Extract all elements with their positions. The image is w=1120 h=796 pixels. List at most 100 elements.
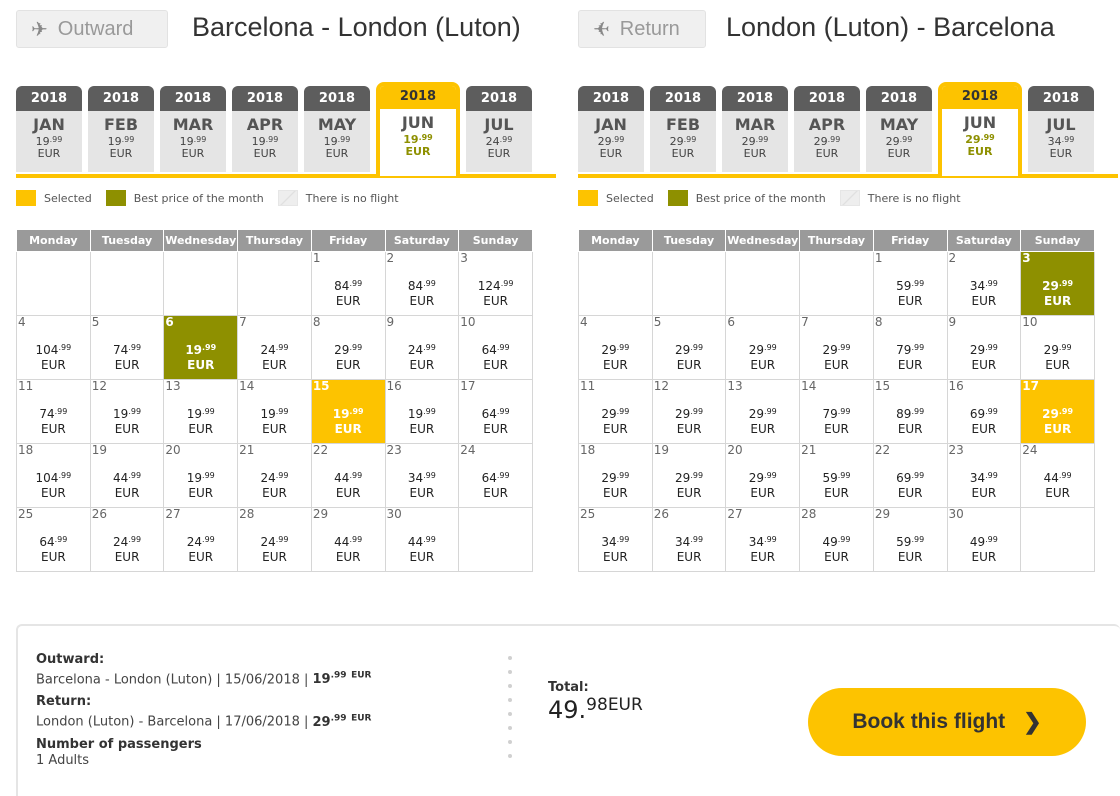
calendar-empty-cell: [725, 250, 801, 316]
calendar-day-26[interactable]: 26 24.99 EUR: [89, 506, 165, 572]
day-price-cents: .99: [690, 406, 704, 416]
day-price-cents: .99: [764, 406, 777, 416]
calendar-day-10[interactable]: 10 29.99 EUR: [1020, 314, 1095, 380]
calendar-day-30[interactable]: 30 49.99 EUR: [946, 506, 1022, 572]
calendar-day-20[interactable]: 20 19.99 EUR: [163, 442, 239, 508]
day-currency: EUR: [409, 357, 435, 372]
calendar-day-3[interactable]: 3 29.99 EUR: [1020, 250, 1095, 316]
calendar-day-2[interactable]: 2 34.99 EUR: [946, 250, 1022, 316]
month-tab-jan[interactable]: 2018 JAN 29.99 EUR: [578, 86, 644, 172]
calendar-day-4[interactable]: 4 29.99 EUR: [578, 314, 653, 380]
month-body: FEB 19.99 EUR: [88, 111, 154, 172]
calendar-day-11[interactable]: 11 29.99 EUR: [578, 378, 653, 444]
calendar-day-10[interactable]: 10 64.99 EUR: [458, 314, 533, 380]
month-tab-jun[interactable]: 2018 JUN 19.99 EUR: [376, 82, 460, 176]
month-price-cents: .99: [899, 135, 913, 144]
calendar-day-11[interactable]: 11 74.99 EUR: [16, 378, 91, 444]
calendar-day-13[interactable]: 13 19.99 EUR: [163, 378, 239, 444]
day-currency: EUR: [483, 357, 508, 372]
legend-none: There is no flight: [277, 190, 399, 206]
return-button[interactable]: ✈ Return: [578, 10, 706, 48]
calendar-day-17[interactable]: 17 29.99 EUR: [1020, 378, 1095, 444]
calendar-day-12[interactable]: 12 29.99 EUR: [651, 378, 727, 444]
outward-button[interactable]: ✈ Outward: [16, 10, 168, 48]
calendar-day-13[interactable]: 13 29.99 EUR: [725, 378, 801, 444]
day-price: 29.99 EUR: [653, 404, 726, 437]
month-tab-jul[interactable]: 2018 JUL 24.99 EUR: [466, 86, 532, 172]
calendar-day-28[interactable]: 28 49.99 EUR: [799, 506, 874, 572]
calendar-day-5[interactable]: 5 29.99 EUR: [651, 314, 727, 380]
month-tab-jan[interactable]: 2018 JAN 19.99 EUR: [16, 86, 82, 172]
calendar-day-21[interactable]: 21 59.99 EUR: [799, 442, 874, 508]
day-price-cents: .99: [275, 470, 289, 480]
day-price-int: 24: [260, 342, 276, 357]
calendar-day-29[interactable]: 29 44.99 EUR: [310, 506, 386, 572]
calendar-day-12[interactable]: 12 19.99 EUR: [89, 378, 165, 444]
calendar-day-1[interactable]: 1 59.99 EUR: [872, 250, 948, 316]
month-body: MAY 19.99 EUR: [304, 111, 370, 172]
calendar-day-5[interactable]: 5 74.99 EUR: [89, 314, 165, 380]
calendar-day-19[interactable]: 19 44.99 EUR: [89, 442, 165, 508]
calendar-day-16[interactable]: 16 19.99 EUR: [384, 378, 460, 444]
calendar-day-8[interactable]: 8 79.99 EUR: [872, 314, 948, 380]
calendar-day-4[interactable]: 4 104.99 EUR: [16, 314, 91, 380]
calendar-day-26[interactable]: 26 34.99 EUR: [651, 506, 727, 572]
calendar-day-25[interactable]: 25 64.99 EUR: [16, 506, 91, 572]
calendar-day-9[interactable]: 9 24.99 EUR: [384, 314, 460, 380]
month-tab-may[interactable]: 2018 MAY 29.99 EUR: [866, 86, 932, 172]
calendar-day-24[interactable]: 24 44.99 EUR: [1020, 442, 1095, 508]
calendar-day-28[interactable]: 28 24.99 EUR: [237, 506, 312, 572]
calendar-day-20[interactable]: 20 29.99 EUR: [725, 442, 801, 508]
calendar-day-7[interactable]: 7 24.99 EUR: [237, 314, 312, 380]
book-flight-button[interactable]: Book this flight ❯: [808, 688, 1086, 756]
calendar-day-23[interactable]: 23 34.99 EUR: [946, 442, 1022, 508]
month-tab-jul[interactable]: 2018 JUL 34.99 EUR: [1028, 86, 1094, 172]
calendar-day-16[interactable]: 16 69.99 EUR: [946, 378, 1022, 444]
day-price-int: 104: [35, 342, 59, 357]
day-price-int: 29: [748, 406, 765, 421]
day-price: 24.99 EUR: [238, 532, 311, 565]
calendar-day-15[interactable]: 15 19.99 EUR: [310, 378, 386, 444]
month-tab-apr[interactable]: 2018 APR 19.99 EUR: [232, 86, 298, 172]
day-number: 18: [18, 442, 34, 457]
calendar-day-14[interactable]: 14 19.99 EUR: [237, 378, 312, 444]
month-tab-feb[interactable]: 2018 FEB 19.99 EUR: [88, 86, 154, 172]
calendar-day-25[interactable]: 25 34.99 EUR: [578, 506, 653, 572]
month-name: MAY: [879, 115, 919, 134]
calendar-day-23[interactable]: 23 34.99 EUR: [384, 442, 460, 508]
calendar-day-24[interactable]: 24 64.99 EUR: [458, 442, 533, 508]
calendar-day-29[interactable]: 29 59.99 EUR: [872, 506, 948, 572]
calendar-day-7[interactable]: 7 29.99 EUR: [799, 314, 874, 380]
day-price: 59.99 EUR: [874, 276, 947, 309]
calendar-day-19[interactable]: 19 29.99 EUR: [651, 442, 727, 508]
calendar-day-15[interactable]: 15 89.99 EUR: [872, 378, 948, 444]
calendar-day-8[interactable]: 8 29.99 EUR: [310, 314, 386, 380]
month-tab-feb[interactable]: 2018 FEB 29.99 EUR: [650, 86, 716, 172]
calendar-day-9[interactable]: 9 29.99 EUR: [946, 314, 1022, 380]
month-tab-may[interactable]: 2018 MAY 19.99 EUR: [304, 86, 370, 172]
calendar-day-18[interactable]: 18 104.99 EUR: [16, 442, 91, 508]
day-price-int: 29: [748, 342, 765, 357]
summary-return-line: London (Luton) - Barcelona | 17/06/2018 …: [36, 710, 466, 730]
calendar-day-22[interactable]: 22 44.99 EUR: [310, 442, 386, 508]
month-tab-apr[interactable]: 2018 APR 29.99 EUR: [794, 86, 860, 172]
calendar-day-1[interactable]: 1 84.99 EUR: [310, 250, 386, 316]
calendar-day-27[interactable]: 27 24.99 EUR: [163, 506, 239, 572]
calendar-day-30[interactable]: 30 44.99 EUR: [384, 506, 460, 572]
calendar-day-21[interactable]: 21 24.99 EUR: [237, 442, 312, 508]
calendar-day-18[interactable]: 18 29.99 EUR: [578, 442, 653, 508]
month-tab-mar[interactable]: 2018 MAR 29.99 EUR: [722, 86, 788, 172]
calendar-day-22[interactable]: 22 69.99 EUR: [872, 442, 948, 508]
month-currency: EUR: [887, 147, 911, 160]
calendar-day-6[interactable]: 6 29.99 EUR: [725, 314, 801, 380]
month-tab-jun[interactable]: 2018 JUN 29.99 EUR: [938, 82, 1022, 176]
day-currency: EUR: [897, 549, 923, 564]
calendar-day-6[interactable]: 6 19.99 EUR: [163, 314, 239, 380]
calendar-day-14[interactable]: 14 79.99 EUR: [799, 378, 874, 444]
calendar-day-3[interactable]: 3 124.99 EUR: [458, 250, 533, 316]
month-price-cents: .99: [49, 135, 63, 144]
calendar-day-17[interactable]: 17 64.99 EUR: [458, 378, 533, 444]
calendar-day-2[interactable]: 2 84.99 EUR: [384, 250, 460, 316]
calendar-day-27[interactable]: 27 34.99 EUR: [725, 506, 801, 572]
month-tab-mar[interactable]: 2018 MAR 19.99 EUR: [160, 86, 226, 172]
